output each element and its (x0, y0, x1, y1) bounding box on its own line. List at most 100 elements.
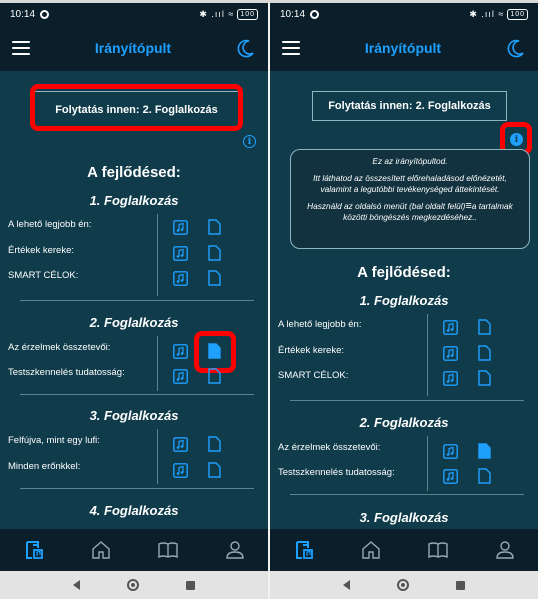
divider (20, 394, 254, 395)
week-1-title: 1. Foglalkozás (89, 193, 179, 208)
continue-wrap: Folytatás innen: 2. Foglalkozás (34, 91, 239, 129)
bottom-nav (270, 529, 538, 571)
item-label: Testszkennelés tudatosság: (278, 467, 395, 478)
item-label: Értékek kereke: (278, 345, 344, 356)
tooltip-line-1: Ez az irányítópultod. (372, 156, 448, 166)
item-label: A lehető legjobb én: (8, 219, 92, 230)
status-bar: 10:14 ✱ .ııl ≈ 100 (0, 3, 268, 25)
dashboard-icon[interactable] (293, 539, 315, 561)
item-label: Testszkennelés tudatosság: (8, 367, 125, 378)
status-time-group: 10:14 (280, 8, 320, 20)
item-label: Felfújva, mint egy lufi: (8, 435, 100, 446)
moon-icon[interactable] (236, 38, 256, 58)
music-note-icon[interactable] (443, 469, 458, 484)
book-icon[interactable] (157, 539, 179, 561)
document-filled-icon[interactable] (478, 443, 491, 459)
music-note-icon[interactable] (173, 463, 188, 478)
hamburger-menu-icon[interactable] (12, 41, 30, 55)
info-tooltip: Ez az irányítópultod. Itt láthatod az ös… (290, 149, 530, 249)
music-note-icon[interactable] (173, 246, 188, 261)
document-icon[interactable] (478, 319, 491, 335)
item-label: Minden erőnkkel: (8, 461, 81, 472)
divider (157, 336, 158, 391)
music-note-icon[interactable] (173, 271, 188, 286)
status-time: 10:14 (280, 8, 306, 20)
status-bar: 10:14 ✱ .ııl ≈ 100 (270, 3, 538, 25)
app-title: Irányítópult (364, 40, 442, 56)
document-icon[interactable] (478, 468, 491, 484)
item-label: Az érzelmek összetevői: (278, 442, 381, 453)
divider (427, 436, 428, 491)
profile-icon[interactable] (494, 539, 516, 561)
music-note-icon[interactable] (173, 344, 188, 359)
continue-wrap: Folytatás innen: 2. Foglalkozás (312, 91, 507, 121)
divider (290, 400, 524, 401)
item-label: SMART CÉLOK: (278, 370, 349, 381)
profile-icon[interactable] (224, 539, 246, 561)
phone-right: 10:14 ✱ .ııl ≈ 100 Irányítópult Folytatá… (270, 3, 538, 599)
info-icon[interactable]: i (510, 133, 523, 146)
continue-button[interactable]: Folytatás innen: 2. Foglalkozás (312, 91, 507, 121)
battery-icon: 100 (237, 8, 258, 20)
document-icon[interactable] (208, 368, 221, 384)
music-note-icon[interactable] (173, 369, 188, 384)
document-icon[interactable] (208, 219, 221, 235)
document-icon[interactable] (208, 462, 221, 478)
document-filled-icon[interactable] (208, 343, 221, 359)
music-note-icon[interactable] (173, 437, 188, 452)
document-icon[interactable] (478, 345, 491, 361)
back-icon[interactable] (343, 580, 351, 590)
tooltip-line-3a: Használd az oldalsó menüt (bal oldalt fe… (307, 201, 466, 211)
dashboard-icon[interactable] (23, 539, 45, 561)
home-circle-icon[interactable] (396, 579, 409, 591)
dashboard-content: Folytatás innen: 2. Foglalkozás i Ez az … (270, 71, 538, 529)
screenshot-stage: 10:14 ✱ .ııl ≈ 100 Irányítópult Folytatá… (0, 0, 538, 599)
document-icon[interactable] (478, 370, 491, 386)
document-icon[interactable] (208, 245, 221, 261)
week-2-title: 2. Foglalkozás (359, 415, 449, 430)
notification-icon (40, 9, 50, 19)
battery-icon: 100 (507, 8, 528, 20)
status-system-icons: ✱ .ııl ≈ 100 (199, 8, 258, 20)
hamburger-menu-icon[interactable] (282, 41, 300, 55)
home-icon[interactable] (360, 539, 382, 561)
progress-title: A fejlődésed: (357, 264, 451, 281)
music-note-icon[interactable] (443, 444, 458, 459)
document-icon[interactable] (208, 270, 221, 286)
week-1-title: 1. Foglalkozás (359, 293, 449, 308)
week-2-title: 2. Foglalkozás (89, 315, 179, 330)
tooltip-line-3: Használd az oldalsó menüt (bal oldalt fe… (299, 201, 521, 223)
music-note-icon[interactable] (173, 220, 188, 235)
document-icon[interactable] (208, 436, 221, 452)
tooltip-line-2: Itt láthatod az összesített előrehaladás… (313, 173, 507, 194)
item-label: Az érzelmek összetevői: (8, 342, 111, 353)
item-label: SMART CÉLOK: (8, 270, 79, 281)
divider (157, 214, 158, 296)
book-icon[interactable] (427, 539, 449, 561)
divider (20, 488, 254, 489)
item-label: Értékek kereke: (8, 245, 74, 256)
progress-title: A fejlődésed: (87, 164, 181, 181)
music-note-icon[interactable] (443, 320, 458, 335)
status-time: 10:14 (10, 8, 36, 20)
info-icon[interactable]: i (243, 135, 256, 148)
notification-icon (310, 9, 320, 19)
dashboard-content: Folytatás innen: 2. Foglalkozás i A fejl… (0, 71, 268, 529)
divider (427, 314, 428, 396)
home-icon[interactable] (90, 539, 112, 561)
app-title: Irányítópult (94, 40, 172, 56)
recent-apps-icon[interactable] (185, 580, 195, 590)
recent-apps-icon[interactable] (455, 580, 465, 590)
home-circle-icon[interactable] (126, 579, 139, 591)
music-note-icon[interactable] (443, 371, 458, 386)
item-label: A lehető legjobb én: (278, 319, 362, 330)
divider (157, 429, 158, 484)
app-bar: Irányítópult (270, 25, 538, 71)
moon-icon[interactable] (506, 38, 526, 58)
continue-button[interactable]: Folytatás innen: 2. Foglalkozás (34, 91, 239, 129)
system-nav-bar (270, 571, 538, 599)
divider (290, 494, 524, 495)
back-icon[interactable] (73, 580, 81, 590)
bottom-nav (0, 529, 268, 571)
music-note-icon[interactable] (443, 346, 458, 361)
